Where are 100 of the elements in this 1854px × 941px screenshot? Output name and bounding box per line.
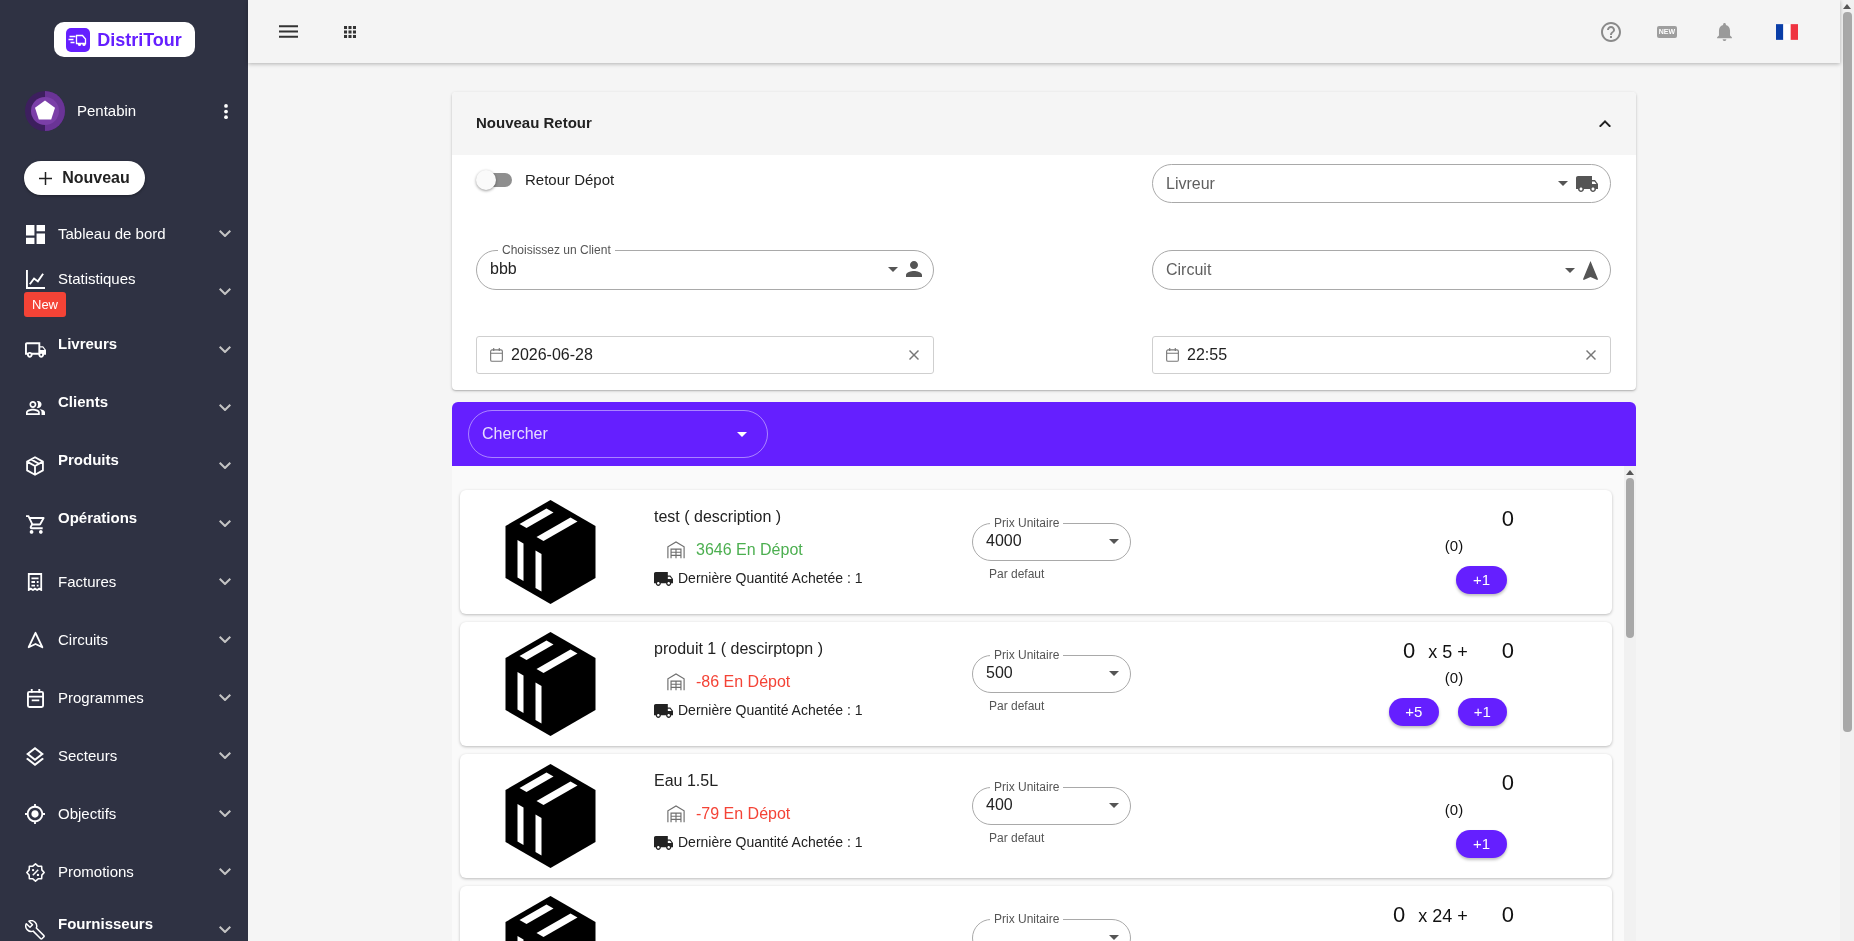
flag-icon[interactable] bbox=[1776, 23, 1798, 40]
chevron-down-icon[interactable] bbox=[219, 520, 231, 528]
scrollbar[interactable] bbox=[1840, 0, 1854, 941]
box-icon bbox=[505, 632, 596, 736]
truck-icon bbox=[1576, 175, 1598, 192]
price-hint: Par defaut bbox=[989, 831, 1045, 845]
price-select[interactable]: Prix Unitaire 4000 bbox=[972, 516, 1131, 561]
driver-select[interactable]: Livreur bbox=[1152, 164, 1611, 203]
user-name: Pentabin bbox=[77, 100, 138, 121]
sidebar-item[interactable]: Secteurs bbox=[0, 727, 248, 785]
circuit-select[interactable]: Circuit bbox=[1152, 250, 1611, 290]
chevron-up-icon[interactable] bbox=[1599, 119, 1611, 128]
last-purchase-quantity: Dernière Quantité Achetée : 1 bbox=[678, 701, 863, 720]
pack-multiplier: x 24 + bbox=[1418, 905, 1468, 927]
chevron-down-icon[interactable] bbox=[219, 288, 231, 296]
increment-button[interactable]: +1 bbox=[1457, 698, 1507, 726]
layers-icon bbox=[26, 746, 44, 766]
grid-icon[interactable] bbox=[344, 25, 356, 38]
box-icon bbox=[505, 764, 596, 868]
calendar-icon bbox=[1166, 348, 1179, 362]
chevron-down-icon[interactable] bbox=[219, 462, 231, 470]
truck-icon bbox=[654, 703, 673, 718]
price-select[interactable]: Prix Unitaire 400 bbox=[972, 780, 1131, 825]
dropdown-caret-icon[interactable] bbox=[1558, 181, 1568, 186]
sidebar-item[interactable]: Tableau de bord bbox=[0, 205, 248, 263]
cart-icon bbox=[25, 514, 45, 534]
sidebar-item[interactable]: Objectifs bbox=[0, 785, 248, 843]
sidebar-item[interactable]: Programmes bbox=[0, 669, 248, 727]
unit-count: 0 bbox=[1501, 902, 1514, 928]
avatar-icon bbox=[25, 91, 65, 131]
clear-icon[interactable] bbox=[1586, 350, 1596, 360]
unit-count: 0 bbox=[1501, 638, 1514, 664]
scrollbar[interactable] bbox=[1624, 466, 1636, 941]
time-field[interactable]: 22:55 bbox=[1152, 336, 1611, 374]
dropdown-caret-icon[interactable] bbox=[1109, 934, 1119, 940]
price-select[interactable]: Prix Unitaire bbox=[972, 912, 1131, 941]
price-hint: Par defaut bbox=[989, 567, 1045, 581]
last-purchase-quantity: Dernière Quantité Achetée : 1 bbox=[678, 833, 863, 852]
new-badge: New bbox=[24, 292, 66, 317]
chevron-down-icon[interactable] bbox=[219, 346, 231, 354]
pack-count: 0 bbox=[1402, 638, 1416, 664]
bell-icon[interactable] bbox=[1717, 22, 1732, 41]
sidebar-item[interactable]: Fournisseurs bbox=[0, 901, 248, 941]
chevron-down-icon[interactable] bbox=[219, 868, 231, 876]
sidebar-item[interactable]: Livreurs bbox=[0, 321, 248, 379]
form-title: Nouveau Retour bbox=[476, 113, 592, 134]
sidebar-item[interactable]: Clients bbox=[0, 379, 248, 437]
price-select[interactable]: Prix Unitaire 500 bbox=[972, 648, 1131, 693]
chevron-down-icon[interactable] bbox=[219, 230, 231, 238]
chevron-down-icon[interactable] bbox=[219, 926, 231, 934]
brand-logo[interactable]: DistriTour bbox=[53, 22, 195, 57]
help-icon[interactable] bbox=[1600, 21, 1621, 42]
stock-level: -86 En Dépot bbox=[696, 671, 791, 692]
form-header[interactable]: Nouveau Retour bbox=[452, 92, 1636, 155]
client-select[interactable]: Choisissez un Client bbb bbox=[476, 243, 934, 290]
stock-level: -79 En Dépot bbox=[696, 803, 791, 824]
increment-button[interactable]: +5 bbox=[1389, 698, 1439, 726]
increment-button[interactable]: +1 bbox=[1456, 830, 1507, 858]
dropdown-caret-icon[interactable] bbox=[1109, 670, 1119, 676]
increment-button[interactable]: +1 bbox=[1456, 566, 1507, 594]
chevron-down-icon[interactable] bbox=[219, 404, 231, 412]
total-quantity: (0) bbox=[1444, 537, 1464, 555]
sidebar-item[interactable]: Opérations bbox=[0, 495, 248, 553]
sidebar-item[interactable]: Circuits bbox=[0, 611, 248, 669]
dropdown-caret-icon[interactable] bbox=[1109, 538, 1119, 544]
price-hint: Par defaut bbox=[989, 699, 1045, 713]
dropdown-caret-icon[interactable] bbox=[737, 431, 747, 437]
truck-icon bbox=[654, 835, 673, 850]
product-name: produit 1 ( descirptopn ) bbox=[654, 639, 823, 659]
field-label: Prix Unitaire bbox=[993, 912, 1061, 926]
sidebar-item[interactable]: Statistiques New bbox=[0, 263, 248, 321]
sidebar-item[interactable]: Produits bbox=[0, 437, 248, 495]
chevron-down-icon[interactable] bbox=[219, 578, 231, 586]
pack-count: 0 bbox=[1392, 902, 1406, 928]
box-icon bbox=[505, 500, 596, 604]
box-icon bbox=[26, 456, 44, 476]
date-field[interactable]: 2026-06-28 bbox=[476, 336, 934, 374]
chevron-down-icon[interactable] bbox=[219, 694, 231, 702]
toggle-switch[interactable] bbox=[476, 170, 514, 190]
receipt-icon bbox=[27, 573, 43, 591]
people-icon bbox=[25, 401, 45, 415]
more-options-icon[interactable] bbox=[224, 103, 228, 119]
pack-multiplier: x 5 + bbox=[1428, 641, 1468, 663]
clear-icon[interactable] bbox=[909, 350, 919, 360]
warehouse-icon bbox=[667, 540, 685, 559]
dropdown-caret-icon[interactable] bbox=[1565, 267, 1575, 273]
navigation-arrow-icon bbox=[26, 631, 44, 649]
new-button[interactable]: Nouveau bbox=[24, 161, 145, 195]
person-icon bbox=[906, 261, 922, 277]
chevron-down-icon[interactable] bbox=[219, 636, 231, 644]
chevron-down-icon[interactable] bbox=[219, 752, 231, 760]
sidebar-item[interactable]: Promotions bbox=[0, 843, 248, 901]
menu-icon[interactable] bbox=[279, 25, 298, 38]
last-purchase-quantity: Dernière Quantité Achetée : 1 bbox=[678, 569, 863, 588]
dropdown-caret-icon[interactable] bbox=[1109, 802, 1119, 808]
wrench-icon bbox=[25, 920, 45, 940]
dropdown-caret-icon[interactable] bbox=[888, 266, 898, 272]
unit-count: 0 bbox=[1501, 506, 1514, 532]
sidebar-item[interactable]: Factures bbox=[0, 553, 248, 611]
chevron-down-icon[interactable] bbox=[219, 810, 231, 818]
